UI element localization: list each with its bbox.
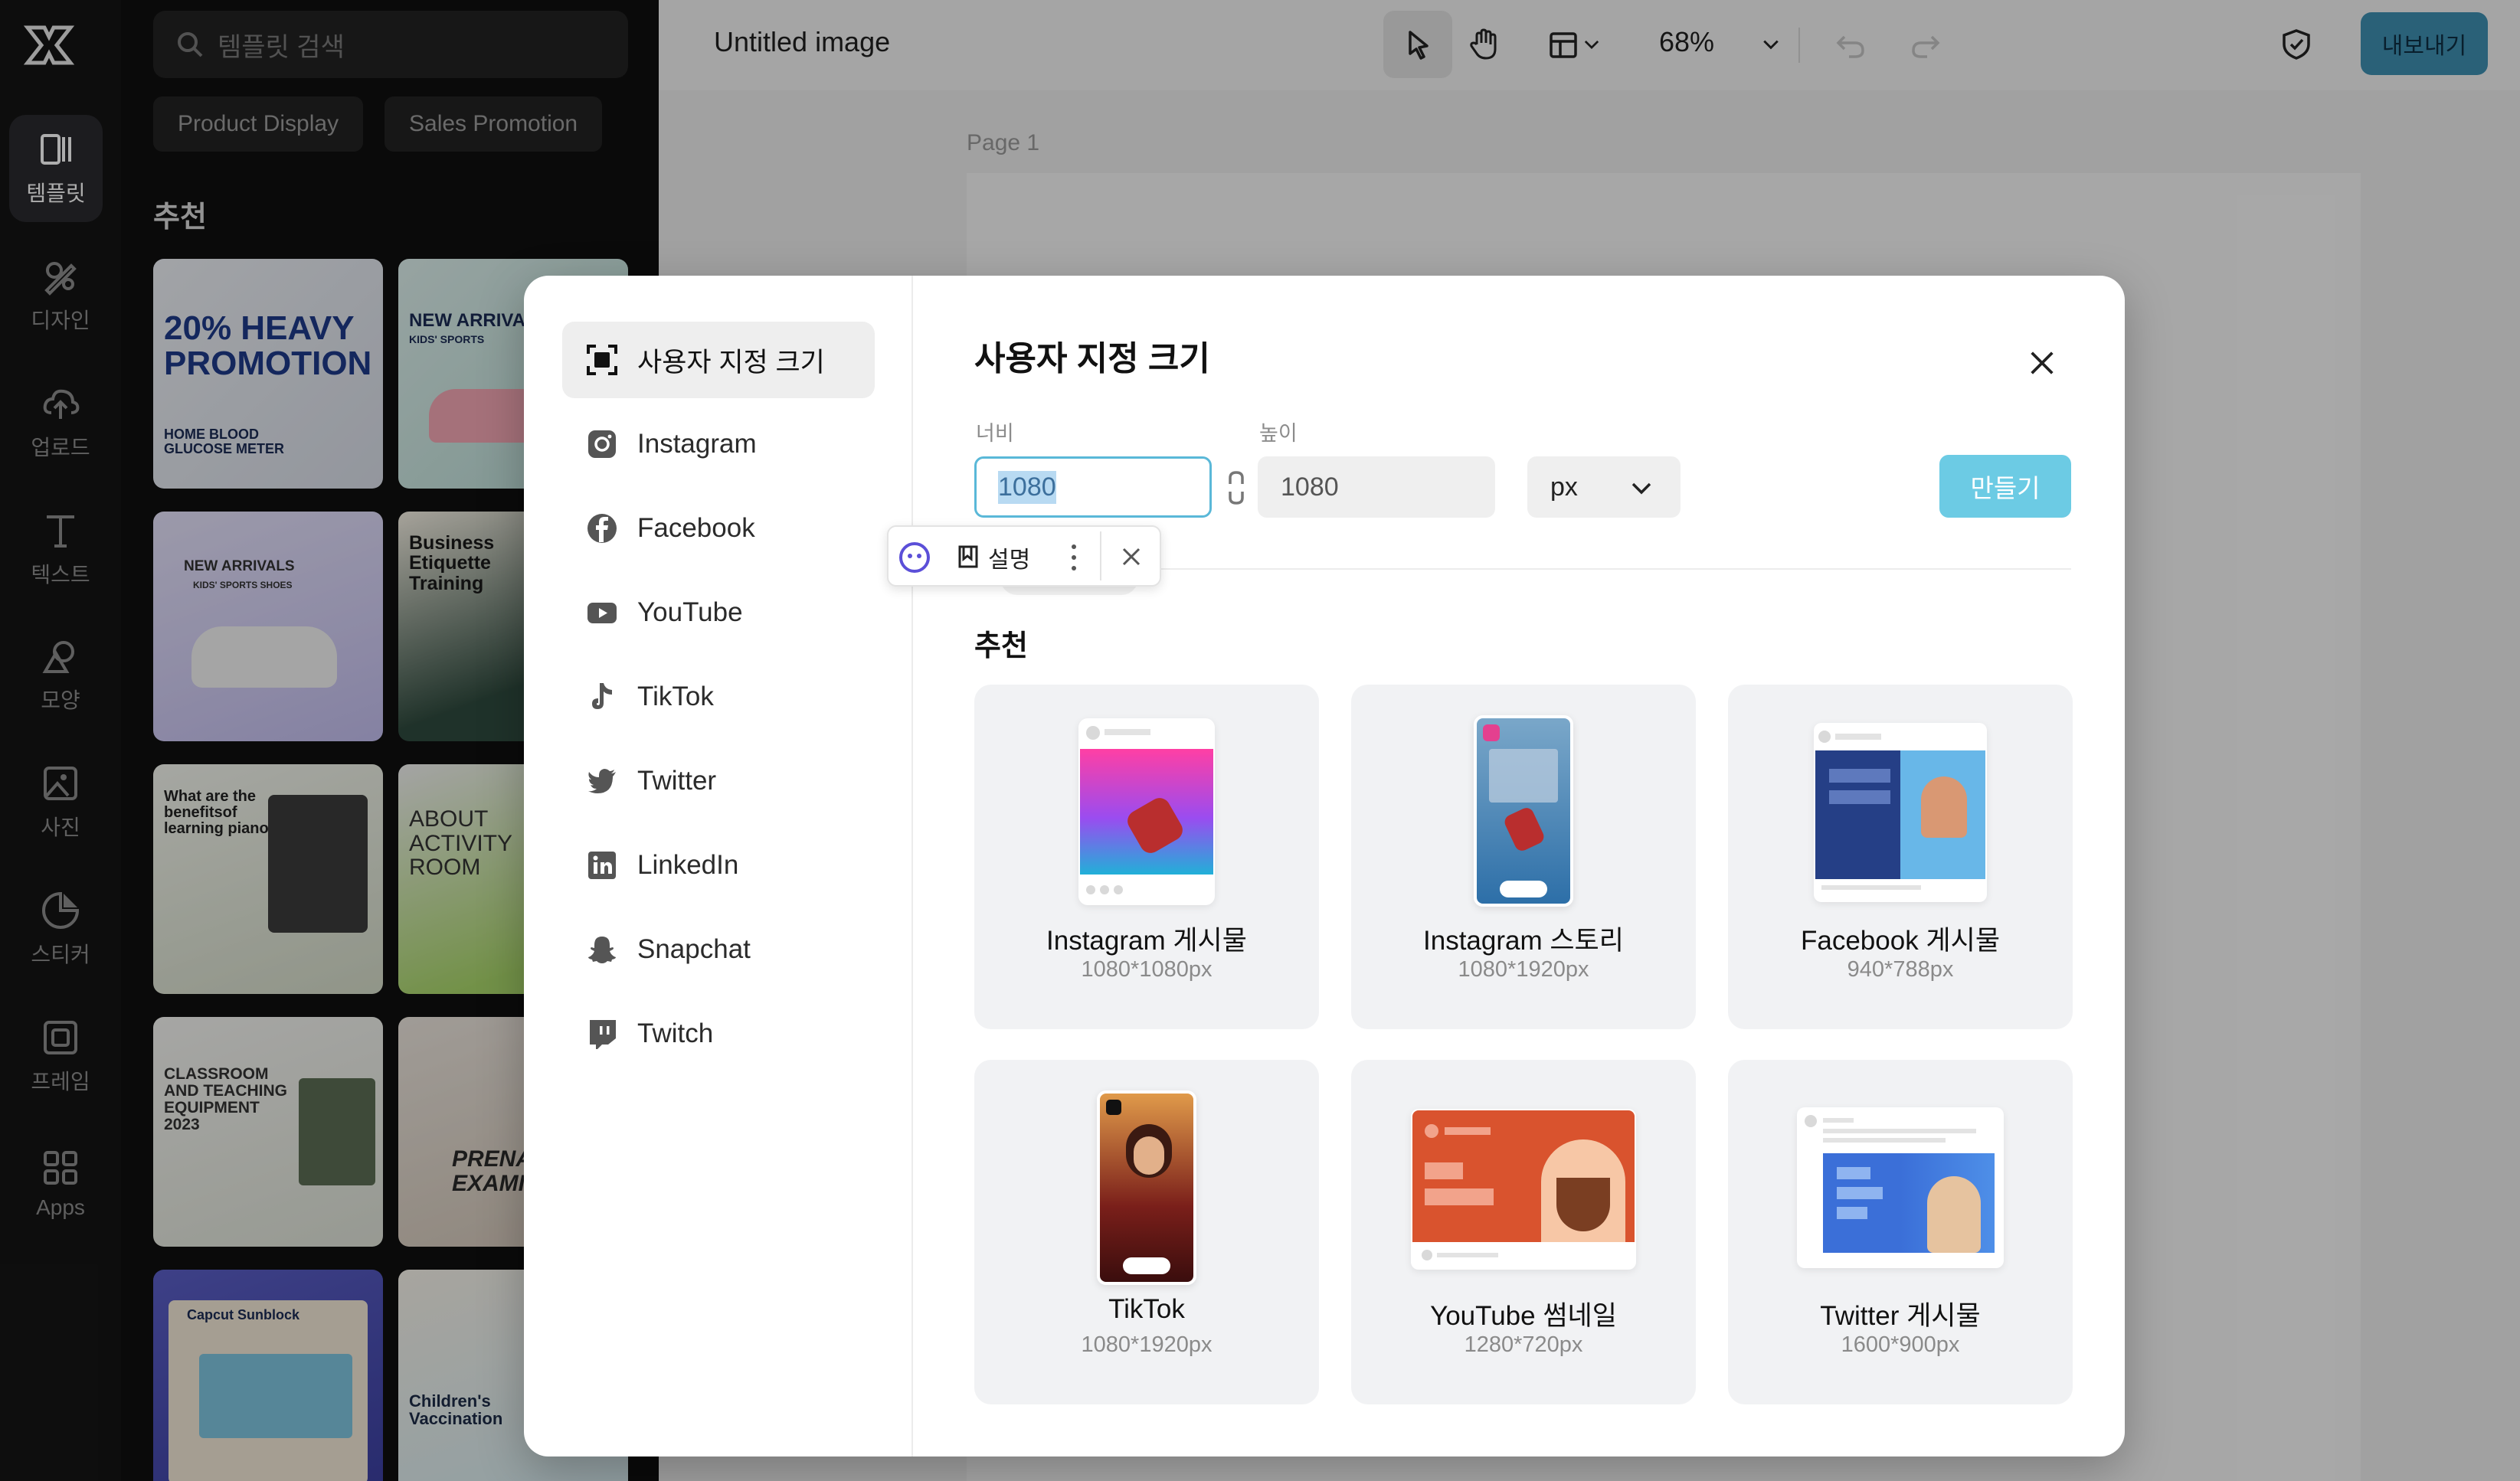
sidebar-item-facebook[interactable]: Facebook bbox=[562, 490, 875, 567]
linkedin-icon bbox=[588, 852, 616, 879]
unit-value: px bbox=[1550, 472, 1578, 502]
sidebar-label: Instagram bbox=[637, 429, 757, 459]
sidebar-item-instagram[interactable]: Instagram bbox=[562, 406, 875, 482]
custom-size-icon bbox=[587, 345, 617, 375]
sidebar-label: Facebook bbox=[637, 513, 755, 543]
preset-size: 1080*1920px bbox=[1081, 1332, 1213, 1357]
book-icon bbox=[958, 545, 978, 568]
preset-name: YouTube 썸네일 bbox=[1430, 1301, 1617, 1331]
preset-size: 1080*1920px bbox=[1458, 957, 1589, 982]
preset-card-instagram-post[interactable]: Instagram 게시물 1080*1080px bbox=[974, 685, 1319, 1029]
custom-size-dialog: 사용자 지정 크기 Instagram Facebook YouTube Tik… bbox=[524, 276, 2125, 1456]
instagram-icon bbox=[588, 430, 616, 458]
chevron-down-icon bbox=[1631, 482, 1651, 495]
more-vertical-icon[interactable] bbox=[1069, 542, 1078, 573]
height-field[interactable]: 1080 bbox=[1258, 456, 1495, 518]
facebook-post-preview bbox=[1814, 723, 1987, 902]
assistant-face-icon[interactable] bbox=[898, 541, 931, 574]
close-dialog-button[interactable] bbox=[2019, 340, 2065, 386]
twitter-post-preview bbox=[1797, 1107, 2004, 1268]
sidebar-item-custom-size[interactable]: 사용자 지정 크기 bbox=[562, 322, 875, 398]
preset-name: Instagram 게시물 bbox=[1046, 926, 1247, 956]
preset-size: 1600*900px bbox=[1841, 1332, 1960, 1357]
size-category-sidebar: 사용자 지정 크기 Instagram Facebook YouTube Tik… bbox=[524, 276, 913, 1456]
width-value: 1080 bbox=[998, 470, 1056, 504]
instagram-story-preview bbox=[1474, 715, 1573, 907]
facebook-icon bbox=[587, 514, 617, 543]
create-button[interactable]: 만들기 bbox=[1939, 455, 2071, 518]
preset-card-facebook-post[interactable]: Facebook 게시물 940*788px bbox=[1728, 685, 2073, 1029]
sidebar-label: Twitch bbox=[637, 1018, 714, 1048]
sidebar-label: LinkedIn bbox=[637, 850, 739, 880]
snapchat-icon bbox=[588, 937, 616, 963]
width-label: 너비 bbox=[976, 422, 1014, 445]
close-icon bbox=[2031, 351, 2054, 374]
description-button[interactable]: 설명 bbox=[988, 541, 1030, 574]
width-field[interactable]: 1080 bbox=[974, 456, 1212, 518]
youtube-icon bbox=[587, 603, 617, 623]
height-value: 1080 bbox=[1281, 472, 1339, 502]
youtube-thumbnail-preview bbox=[1411, 1109, 1636, 1270]
instagram-post-preview bbox=[1078, 718, 1215, 905]
sidebar-label: Snapchat bbox=[637, 934, 751, 964]
link-ratio-icon[interactable] bbox=[1221, 469, 1252, 507]
sidebar-label: TikTok bbox=[637, 682, 714, 711]
twitter-icon bbox=[588, 769, 616, 793]
preset-name: Twitter 게시물 bbox=[1820, 1301, 1981, 1331]
preset-size: 940*788px bbox=[1847, 957, 1954, 982]
height-label: 높이 bbox=[1259, 422, 1298, 445]
preset-size: 1080*1080px bbox=[1081, 957, 1213, 982]
sidebar-item-youtube[interactable]: YouTube bbox=[562, 574, 875, 651]
popup-divider bbox=[1100, 531, 1101, 580]
preset-name: TikTok bbox=[1108, 1294, 1185, 1324]
sidebar-label: YouTube bbox=[637, 597, 743, 627]
recommended-title: 추천 bbox=[974, 630, 1028, 662]
close-icon[interactable] bbox=[1120, 545, 1143, 568]
unit-select[interactable]: px bbox=[1527, 456, 1681, 518]
preset-size: 1280*720px bbox=[1464, 1332, 1583, 1357]
tiktok-preview bbox=[1097, 1090, 1196, 1285]
tiktok-icon bbox=[592, 683, 612, 709]
sidebar-item-twitter[interactable]: Twitter bbox=[562, 743, 875, 819]
dialog-title: 사용자 지정 크기 bbox=[974, 340, 1210, 378]
sidebar-item-linkedin[interactable]: LinkedIn bbox=[562, 827, 875, 904]
floating-toolbar-popup: 설명 bbox=[887, 525, 1161, 587]
sidebar-label: Twitter bbox=[637, 766, 717, 796]
preset-card-twitter-post[interactable]: Twitter 게시물 1600*900px bbox=[1728, 1060, 2073, 1404]
preset-name: Instagram 스토리 bbox=[1423, 926, 1624, 956]
sidebar-item-twitch[interactable]: Twitch bbox=[562, 996, 875, 1072]
sidebar-item-tiktok[interactable]: TikTok bbox=[562, 659, 875, 735]
sidebar-item-snapchat[interactable]: Snapchat bbox=[562, 911, 875, 988]
preset-card-youtube-thumbnail[interactable]: YouTube 썸네일 1280*720px bbox=[1351, 1060, 1696, 1404]
twitch-icon bbox=[590, 1020, 616, 1049]
sidebar-label: 사용자 지정 크기 bbox=[637, 347, 825, 378]
preset-name: Facebook 게시물 bbox=[1800, 926, 2001, 956]
preset-card-instagram-story[interactable]: Instagram 스토리 1080*1920px bbox=[1351, 685, 1696, 1029]
preset-card-tiktok[interactable]: TikTok 1080*1920px bbox=[974, 1060, 1319, 1404]
